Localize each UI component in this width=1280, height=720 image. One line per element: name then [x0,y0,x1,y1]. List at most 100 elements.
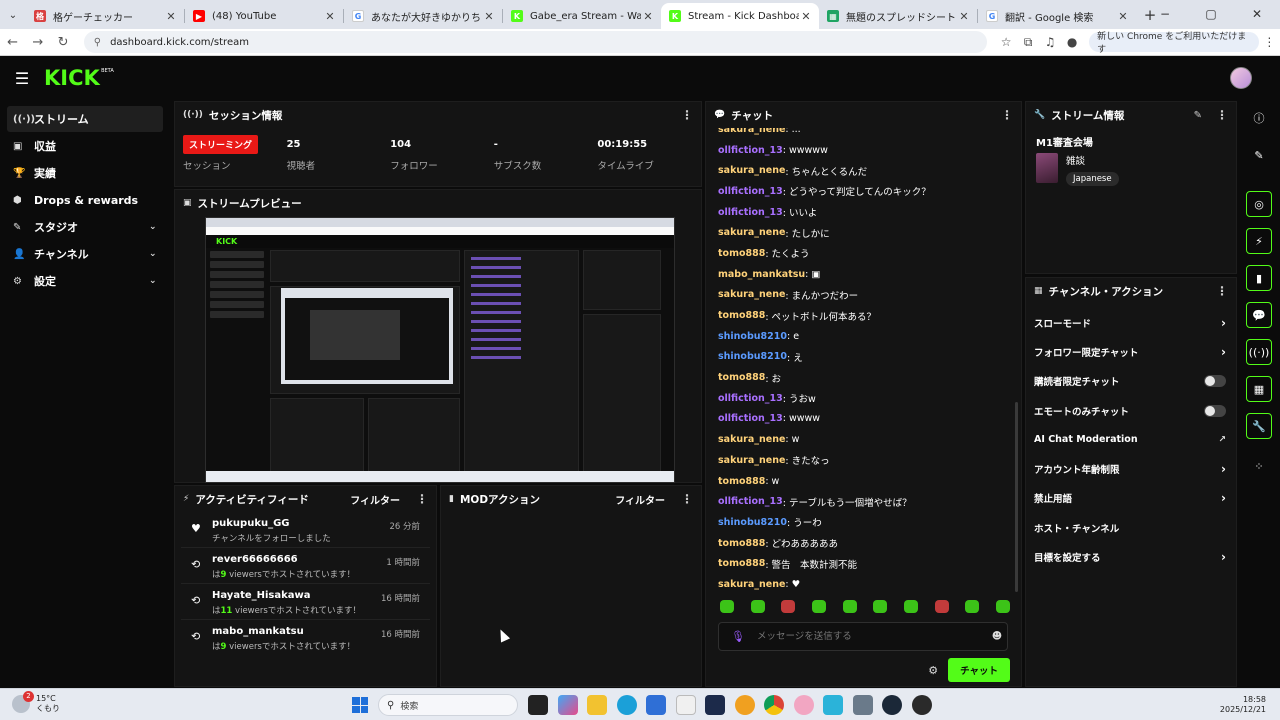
weather-widget[interactable]: 2 15°C くもり [12,691,60,714]
session-widget-icon[interactable]: ◎ [1246,191,1272,217]
chat-input-box[interactable]: 🎙 ☻ [718,622,1008,651]
chat-message[interactable]: sakura_nene: まんかつだわー [718,285,1009,306]
chat-username[interactable]: sakura_nene [718,455,785,466]
chat-widget-icon[interactable]: 💬 [1246,302,1272,328]
hamburger-menu-icon[interactable]: ☰ [0,69,44,88]
emote-icon[interactable] [811,600,826,613]
chat-username[interactable]: shinobu8210 [718,517,787,528]
more-options-icon[interactable]: ⋮ [1216,108,1228,122]
activity-feed-item[interactable]: ⟲ Hayate_Hisakawa は11 viewersでホストされています！ 16… [181,584,430,620]
back-icon[interactable]: ← [0,35,25,50]
browser-tab[interactable]: G 翻訳 - Google 検索 ✕ [978,3,1136,29]
chrome-update-chip[interactable]: 新しい Chrome をご利用いただけます [1089,32,1259,55]
chat-message[interactable]: tomo888: w [718,471,1009,492]
emote-icon[interactable] [965,600,980,613]
user-avatar[interactable] [1230,67,1252,89]
channel-action-item[interactable]: AI Chat Moderation ↗ [1026,425,1236,454]
chat-scrollbar[interactable] [1015,402,1018,592]
browser-tab[interactable]: G あなたが大好きゆかりちゃんー(ふん...✕ [344,3,502,29]
chat-message[interactable]: sakura_nene: w [718,429,1009,450]
tab-search-chevron-icon[interactable]: ⌄ [0,1,26,29]
sidebar-item[interactable]: 👤 チャンネル ⌄ [7,241,163,267]
browser-tab[interactable]: K Stream - Kick Dashboard✕ [661,3,819,29]
close-window-button[interactable]: ✕ [1234,7,1280,21]
chat-message-input[interactable] [756,631,987,642]
chat-message[interactable]: mabo_mankatsu: ▣ [718,264,1009,285]
minimize-button[interactable]: − [1142,7,1188,21]
emote-icon[interactable] [842,600,857,613]
tab-close-icon[interactable]: ✕ [799,10,813,23]
chat-message[interactable]: tomo888: 警告 本数計測不能 [718,553,1009,574]
kick-logo[interactable]: KICK BETA [44,66,114,90]
tab-close-icon[interactable]: ✕ [323,10,337,23]
edit-pencil-icon[interactable]: ✎ [1194,110,1202,121]
channel-action-item[interactable]: スローモード › [1026,308,1236,337]
reload-icon[interactable]: ↻ [51,35,76,50]
chat-message[interactable]: tomo888: たくよう [718,243,1009,264]
mod-filter-button[interactable]: フィルター [615,492,665,507]
chat-message[interactable]: ollfiction_13: wwww [718,409,1009,430]
emote-icon[interactable] [720,600,734,613]
windows-start-icon[interactable] [352,697,368,713]
more-options-icon[interactable]: ⋮ [681,492,693,506]
chat-message[interactable]: shinobu8210: e [718,326,1009,347]
chat-username[interactable]: ollfiction_13 [718,207,783,218]
add-widget-icon[interactable]: ⁘ [1246,453,1272,479]
emote-icon[interactable] [750,600,765,613]
extensions-icon[interactable]: ⧉ [1017,35,1039,50]
sidebar-item[interactable]: 🏆 実績 [7,160,163,186]
channel-action-item[interactable]: 禁止用語 › [1026,484,1236,513]
more-options-icon[interactable]: ⋮ [1216,284,1228,298]
more-options-icon[interactable]: ⋮ [416,492,428,506]
omnibox[interactable]: ⚲ dashboard.kick.com/stream [83,31,988,53]
activity-feed-item[interactable]: ♥ pukupuku_GG チャンネルをフォローしました 26 分前 [181,512,430,548]
chat-username[interactable]: sakura_nene [718,434,785,445]
sidebar-item[interactable]: ▣ 収益 [7,133,163,159]
chat-messages[interactable]: sakura_nene: ... ollfiction_13: wwwww saku… [706,128,1009,593]
emote-icon[interactable] [781,600,796,613]
sidebar-item[interactable]: ⬢ Drops & rewards [7,187,163,213]
taskbar-search[interactable]: ⚲ 検索 [378,694,518,716]
channel-action-item[interactable]: アカウント年齢制限 › [1026,454,1236,483]
app-icon[interactable] [793,695,814,715]
chevron-right-icon[interactable]: › [1221,491,1226,505]
activity-filter-button[interactable]: フィルター [350,492,400,507]
app-icon[interactable] [675,695,696,715]
task-view-icon[interactable] [528,695,548,715]
wrench-widget-icon[interactable]: 🔧 [1246,413,1272,439]
bookmark-star-icon[interactable]: ☆ [995,35,1017,49]
forward-icon[interactable]: → [25,35,50,50]
chat-message[interactable]: ollfiction_13: テーブルもう一個増やせば？ [718,491,1009,512]
more-options-icon[interactable]: ⋮ [1001,108,1013,122]
tab-close-icon[interactable]: ✕ [482,10,496,23]
profile-icon[interactable]: ● [1061,35,1083,49]
chat-username[interactable]: tomo888 [718,558,765,569]
chat-message[interactable]: ollfiction_13: いいよ [718,202,1009,223]
obs-icon[interactable] [911,695,932,715]
chat-username[interactable]: tomo888 [718,372,765,383]
site-info-icon[interactable]: ⚲ [94,37,101,48]
channel-action-item[interactable]: 購読者限定チャット [1026,367,1236,396]
chat-username[interactable]: ollfiction_13 [718,393,783,404]
chat-message[interactable]: tomo888: ペットボトル何本ある？ [718,305,1009,326]
mod-widget-icon[interactable]: ▮ [1246,265,1272,291]
emote-icon[interactable] [873,600,888,613]
file-explorer-icon[interactable] [587,695,607,715]
edge-icon[interactable] [616,695,637,715]
activity-feed-item[interactable]: ⟲ mabo_mankatsu は9 viewersでホストされています！ 16 時間… [181,620,430,656]
tab-close-icon[interactable]: ✕ [1116,10,1130,23]
chat-username[interactable]: tomo888 [718,248,765,259]
chat-message[interactable]: shinobu8210: うーわ [718,512,1009,533]
sidebar-item[interactable]: ✎ スタジオ ⌄ [7,214,163,240]
maximize-button[interactable]: ▢ [1188,7,1234,21]
chevron-right-icon[interactable]: › [1221,345,1226,359]
pencil-icon[interactable]: ✎ [1246,142,1272,168]
chat-message[interactable]: sakura_nene: ♥ [718,574,1009,593]
chat-message[interactable]: ollfiction_13: どうやって判定してんのキック？ [718,181,1009,202]
app-icon[interactable] [823,695,843,715]
chat-message[interactable]: sakura_nene: ちゃんとくるんだ [718,160,1009,181]
chat-username[interactable]: sakura_nene [718,579,785,590]
chat-username[interactable]: tomo888 [718,310,765,321]
browser-tab[interactable]: 格格ゲーチェッカー ✕ [26,3,184,29]
chat-username[interactable]: mabo_mankatsu [718,269,805,280]
